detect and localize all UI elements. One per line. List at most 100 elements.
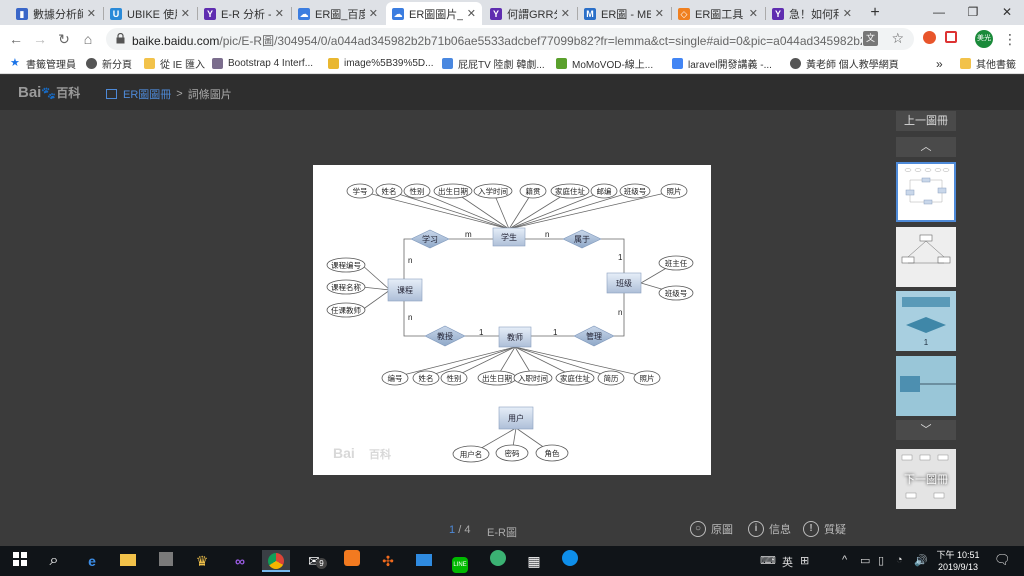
bookmark-item[interactable]: image%5B39%5D... <box>328 56 434 71</box>
tab-close-icon[interactable]: ✕ <box>87 7 96 20</box>
browser-tab[interactable]: Y 何謂GRR分 ✕ <box>484 2 576 25</box>
store-icon[interactable] <box>154 550 178 572</box>
scroll-up-button[interactable]: ︿ <box>896 137 956 157</box>
address-bar[interactable]: baike.baidu.com/pic/E-R圖/304954/0/a044ad… <box>106 28 914 50</box>
tab-close-icon[interactable]: ✕ <box>467 7 476 20</box>
relation-teach: 教授 <box>437 331 453 341</box>
browser-tab[interactable]: ◇ ER圖工具 U ✕ <box>672 2 764 25</box>
tab-close-icon[interactable]: ✕ <box>561 7 570 20</box>
scroll-down-button[interactable]: ﹀ <box>896 420 956 440</box>
forward-button[interactable]: → <box>30 29 50 49</box>
windows-start-icon[interactable] <box>8 550 32 572</box>
tab-close-icon[interactable]: ✕ <box>275 7 284 20</box>
tab-close-icon[interactable]: ✕ <box>655 7 664 20</box>
info-icon: i <box>748 521 764 537</box>
chevron-up-icon[interactable]: ^ <box>842 554 847 566</box>
system-clock[interactable]: 下午 10:51 2019/9/13 <box>930 549 986 573</box>
calculator-icon[interactable]: ▦ <box>522 550 546 572</box>
browser-tab-active[interactable]: ☁ ER圖圖片_3 ✕ <box>386 2 482 25</box>
mail-icon[interactable]: ✉ 9 <box>302 550 327 572</box>
info-button[interactable]: i 信息 <box>748 521 791 537</box>
bookmark-item[interactable]: 從 IE 匯入 <box>144 56 205 71</box>
other-bookmarks[interactable]: 其他書籤 <box>960 56 1016 71</box>
tab-close-icon[interactable]: ✕ <box>181 7 190 20</box>
wifi-icon[interactable]: ◔ <box>896 554 903 566</box>
chrome-icon[interactable] <box>262 550 290 572</box>
bookmarks-overflow-button[interactable]: » <box>936 56 943 71</box>
relation-study: 学习 <box>422 234 438 244</box>
current-page: 1 <box>449 524 456 536</box>
tab-close-icon[interactable]: ✕ <box>843 7 852 20</box>
teamviewer-icon[interactable] <box>558 550 582 572</box>
green-app-icon[interactable] <box>486 550 510 572</box>
breadcrumb-album-link[interactable]: ER圖圖冊 <box>123 86 171 102</box>
original-image-button[interactable]: ○ 原圖 <box>690 521 733 537</box>
url-host: baike.baidu.com <box>132 34 220 48</box>
tab-close-icon[interactable]: ✕ <box>369 7 378 20</box>
profile-avatar[interactable]: 美光 <box>975 30 993 48</box>
attr-user-name: 用户名 <box>460 449 483 459</box>
extension-icon[interactable] <box>943 31 959 47</box>
bookmark-label: 書籤管理員 <box>26 60 76 71</box>
cardinality-label: n <box>618 308 622 317</box>
restore-button[interactable]: ❐ <box>956 0 990 25</box>
cube-icon <box>212 58 223 69</box>
tab-strip: ▮ 數據分析師 ✕ U UBIKE 使用 ✕ Y E-R 分析 - ✕ ☁ ER… <box>0 0 1024 25</box>
bookmark-item[interactable]: 黃老師 個人教學網頁 <box>790 56 899 71</box>
thumbnail-item[interactable] <box>896 356 956 416</box>
bookmark-item[interactable]: 新分頁 <box>86 56 132 71</box>
thumbnail-item[interactable] <box>896 227 956 287</box>
edge-icon[interactable]: e <box>80 550 104 572</box>
app-icon[interactable]: ♛ <box>190 550 214 572</box>
folder-icon <box>144 58 155 69</box>
line-icon[interactable]: LINE <box>448 550 472 573</box>
extension-icon[interactable] <box>921 31 937 47</box>
tab-close-icon[interactable]: ✕ <box>749 7 758 20</box>
bookmark-item[interactable]: ★ 書籤管理員 <box>10 56 76 72</box>
notification-icon[interactable]: 🗨 <box>994 552 1011 568</box>
keyboard-icon[interactable]: ⌨ <box>760 554 776 567</box>
translate-icon[interactable]: 文 <box>863 31 878 46</box>
menu-icon[interactable]: ⋮ <box>1002 31 1018 47</box>
thumbnail-item[interactable] <box>896 162 956 222</box>
attr-student-photo: 照片 <box>667 186 682 196</box>
home-button[interactable]: ⌂ <box>78 29 98 49</box>
reload-button[interactable]: ↻ <box>54 29 74 49</box>
visual-studio-icon[interactable]: ∞ <box>228 550 252 572</box>
browser-tab[interactable]: M ER圖 - MBA ✕ <box>578 2 670 25</box>
browser-tab[interactable]: ☁ ER圖_百度 ✕ <box>292 2 384 25</box>
network-icon[interactable]: ▭ <box>860 554 870 567</box>
browser-tab[interactable]: ▮ 數據分析師 ✕ <box>10 2 102 25</box>
relation-belong: 属于 <box>574 235 590 244</box>
volume-icon[interactable]: 🔊 <box>914 554 928 567</box>
bookmark-item[interactable]: MoMoVOD-線上... <box>556 56 653 71</box>
new-tab-button[interactable]: + <box>858 0 892 25</box>
ime-mode-icon[interactable]: ⊞ <box>800 554 809 567</box>
bookmark-item[interactable]: laravel開發講義 -... <box>672 56 772 71</box>
bookmark-star-icon[interactable]: ☆ <box>891 30 904 47</box>
browser-tab[interactable]: Y E-R 分析 - ✕ <box>198 2 290 25</box>
search-icon[interactable]: ⌕ <box>42 550 66 572</box>
battery-icon[interactable]: ▯ <box>878 554 884 567</box>
thumbnail-item[interactable]: 1 <box>896 291 956 351</box>
tool-icon[interactable]: ✣ <box>376 550 400 572</box>
other-bookmarks-label: 其他書籤 <box>976 60 1016 71</box>
browser-tab[interactable]: Y 急！如何利 ✕ <box>766 2 858 25</box>
thumbnail-image <box>896 227 956 287</box>
browser-tab[interactable]: U UBIKE 使用 ✕ <box>104 2 196 25</box>
ime-indicator[interactable]: 英 <box>782 554 793 570</box>
prev-album-button[interactable]: 上一圖冊 <box>896 111 956 131</box>
minimize-button[interactable]: — <box>922 0 956 25</box>
report-button[interactable]: ! 質疑 <box>803 521 846 537</box>
baidu-baike-logo[interactable]: Bai🐾百科 <box>18 84 80 101</box>
cardinality-label: 1 <box>553 328 558 337</box>
monitor-icon[interactable] <box>412 550 436 572</box>
bookmark-item[interactable]: 屁屁TV 陸劇 韓劇... <box>442 56 545 71</box>
next-album-thumbnail[interactable]: 下一圖冊 <box>896 449 956 509</box>
file-explorer-icon[interactable] <box>116 550 140 572</box>
back-button[interactable]: ← <box>6 29 26 49</box>
xampp-icon[interactable] <box>340 550 364 572</box>
close-window-button[interactable]: ✕ <box>990 0 1024 25</box>
tab-favicon-icon: ▮ <box>16 7 28 20</box>
bookmark-item[interactable]: Bootstrap 4 Interf... <box>212 56 313 71</box>
